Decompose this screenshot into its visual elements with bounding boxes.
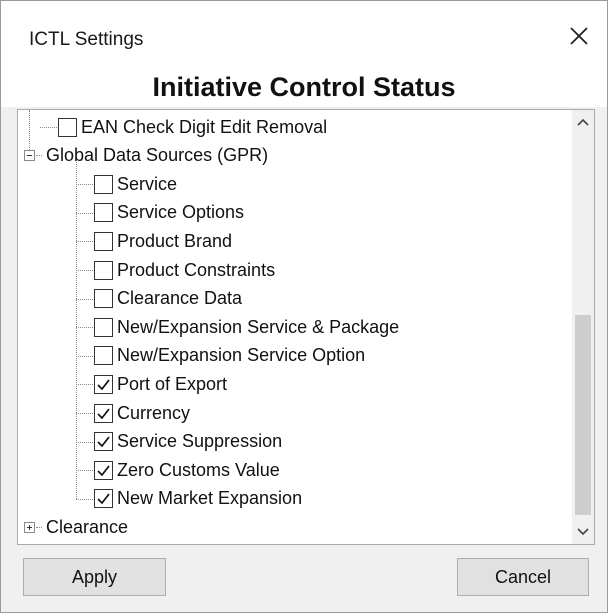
tree-item-6[interactable]: Clearance Data bbox=[94, 285, 242, 313]
tree-item-label: EAN Check Digit Edit Removal bbox=[81, 116, 328, 137]
tree-item-label: Global Data Sources (GPR) bbox=[46, 145, 269, 166]
tree-connector bbox=[36, 155, 42, 157]
checkbox-checked[interactable] bbox=[94, 489, 113, 509]
initiative-tree[interactable]: EAN Check Digit Edit Removal Global Data … bbox=[17, 109, 595, 545]
checkbox-checked[interactable] bbox=[94, 403, 113, 423]
tree-item-label: Clearance Data bbox=[117, 288, 243, 309]
tree-connector bbox=[76, 470, 93, 472]
tree-connector bbox=[29, 110, 30, 150]
checkbox-unchecked[interactable] bbox=[94, 203, 113, 223]
settings-dialog: ICTL Settings Initiative Control Status … bbox=[0, 0, 608, 613]
tree-item-7[interactable]: New/Expansion Service & Package bbox=[94, 313, 399, 341]
checkbox-unchecked[interactable] bbox=[58, 117, 77, 137]
tree-item-label: Service Options bbox=[117, 202, 245, 223]
page-title: Initiative Control Status bbox=[1, 67, 607, 107]
tree-connector bbox=[76, 161, 77, 499]
close-icon bbox=[569, 21, 589, 53]
tree-item-label: Product Constraints bbox=[117, 259, 276, 280]
tree-connector bbox=[76, 184, 93, 186]
tree-connector bbox=[76, 441, 93, 443]
tree-connector bbox=[76, 241, 93, 243]
collapse-icon[interactable] bbox=[24, 150, 35, 162]
tree-connector bbox=[76, 498, 93, 500]
scroll-thumb[interactable] bbox=[575, 315, 591, 515]
tree-connector bbox=[76, 384, 93, 386]
scroll-down-button[interactable] bbox=[572, 520, 594, 544]
tree-item-label: Clearance bbox=[46, 516, 129, 537]
tree-item-11[interactable]: Service Suppression bbox=[94, 428, 282, 456]
close-button[interactable] bbox=[557, 19, 601, 55]
tree-connector bbox=[76, 355, 93, 357]
vertical-scrollbar[interactable] bbox=[572, 110, 594, 544]
tree-item-label: Currency bbox=[117, 402, 191, 423]
tree-connector bbox=[36, 526, 42, 528]
checkbox-unchecked[interactable] bbox=[94, 289, 113, 309]
tree-item-8[interactable]: New/Expansion Service Option bbox=[94, 342, 365, 370]
checkbox-unchecked[interactable] bbox=[94, 317, 113, 337]
tree-item-13[interactable]: New Market Expansion bbox=[94, 485, 302, 513]
checkbox-unchecked[interactable] bbox=[94, 174, 113, 194]
scroll-up-button[interactable] bbox=[572, 110, 594, 134]
tree-connector bbox=[40, 127, 57, 128]
tree-item-9[interactable]: Port of Export bbox=[94, 370, 227, 398]
tree-item-4[interactable]: Product Brand bbox=[94, 227, 232, 255]
tree-item-3[interactable]: Service Options bbox=[94, 199, 244, 227]
cancel-button[interactable]: Cancel bbox=[457, 558, 589, 596]
tree-item-label: Port of Export bbox=[117, 373, 228, 394]
checkbox-checked[interactable] bbox=[94, 374, 113, 394]
tree-item-0[interactable]: EAN Check Digit Edit Removal bbox=[58, 113, 327, 141]
title-bar: ICTL Settings bbox=[1, 1, 607, 71]
tree-connector bbox=[76, 298, 93, 300]
checkbox-unchecked[interactable] bbox=[94, 260, 113, 280]
tree-item-label: Service bbox=[117, 173, 178, 194]
window-title: ICTL Settings bbox=[29, 29, 144, 50]
tree-item-2[interactable]: Service bbox=[94, 170, 177, 198]
chevron-up-icon bbox=[577, 113, 589, 131]
tree-item-label: New/Expansion Service Option bbox=[117, 345, 366, 366]
tree-connector bbox=[76, 327, 93, 329]
checkbox-unchecked[interactable] bbox=[94, 346, 113, 366]
tree-item-label: Service Suppression bbox=[117, 431, 283, 452]
expand-icon[interactable] bbox=[24, 521, 35, 533]
checkbox-unchecked[interactable] bbox=[94, 231, 113, 251]
chevron-down-icon bbox=[577, 523, 589, 541]
tree-item-label: Product Brand bbox=[117, 230, 233, 251]
tree-item-label: Zero Customs Value bbox=[117, 459, 280, 480]
tree-node-1[interactable]: Global Data Sources (GPR) bbox=[24, 142, 268, 170]
tree-connector bbox=[76, 270, 93, 271]
tree-node-14[interactable]: Clearance bbox=[24, 513, 128, 541]
tree-connector bbox=[76, 413, 93, 414]
tree-item-label: New Market Expansion bbox=[117, 488, 303, 509]
apply-button[interactable]: Apply bbox=[23, 558, 166, 596]
tree-connector bbox=[76, 212, 93, 214]
tree-item-12[interactable]: Zero Customs Value bbox=[94, 456, 280, 484]
tree-item-10[interactable]: Currency bbox=[94, 399, 190, 427]
tree-item-label: New/Expansion Service & Package bbox=[117, 316, 400, 337]
checkbox-checked[interactable] bbox=[94, 432, 113, 452]
tree-item-5[interactable]: Product Constraints bbox=[94, 256, 275, 284]
checkbox-checked[interactable] bbox=[94, 460, 113, 480]
